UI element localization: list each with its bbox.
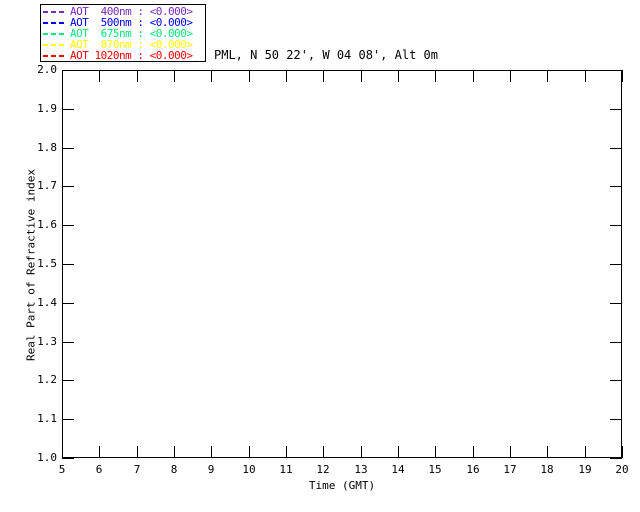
- x-tick-label: 15: [428, 463, 442, 476]
- x-axis-tick-bottom: [137, 446, 138, 458]
- y-axis-tick-left: [62, 186, 74, 187]
- x-axis-tick-bottom: [547, 446, 548, 458]
- x-axis-tick-bottom: [510, 446, 511, 458]
- y-axis-tick-left: [62, 225, 74, 226]
- x-axis-tick-bottom: [435, 446, 436, 458]
- x-axis-tick-top: [510, 70, 511, 82]
- x-tick-label: 6: [95, 463, 103, 476]
- x-axis-tick-bottom: [398, 446, 399, 458]
- x-tick-label: 19: [578, 463, 592, 476]
- x-axis-tick-top: [99, 70, 100, 82]
- y-axis-tick-left: [62, 264, 74, 265]
- station-location-line: PML, N 50 22', W 04 08', Alt 0m: [214, 48, 438, 62]
- x-axis-tick-top: [62, 70, 63, 82]
- x-axis-tick-top: [473, 70, 474, 82]
- y-tick-label: 1.8: [37, 141, 57, 154]
- legend-box: AOT 400nm : <0.000> AOT 500nm : <0.000> AO…: [40, 4, 206, 62]
- x-axis-tick-top: [398, 70, 399, 82]
- y-axis-tick-right: [610, 380, 622, 381]
- x-tick-label: 14: [391, 463, 405, 476]
- x-axis-tick-top: [174, 70, 175, 82]
- x-axis-tick-top: [286, 70, 287, 82]
- y-axis-title: Real Part of Refractive index: [24, 168, 38, 362]
- y-axis-tick-left: [62, 148, 74, 149]
- y-axis-tick-right: [610, 419, 622, 420]
- x-axis-tick-bottom: [286, 446, 287, 458]
- legend-entry-label: AOT 1020nm : <0.000>: [70, 49, 193, 62]
- x-tick-label: 7: [133, 463, 141, 476]
- x-axis-tick-bottom: [585, 446, 586, 458]
- x-axis-tick-top: [137, 70, 138, 82]
- x-tick-label: 13: [354, 463, 368, 476]
- y-axis-tick-left: [62, 109, 74, 110]
- x-axis-tick-top: [547, 70, 548, 82]
- x-axis-tick-top: [361, 70, 362, 82]
- x-tick-label: 16: [466, 463, 480, 476]
- y-axis-tick-right: [610, 342, 622, 343]
- x-tick-label: 20: [615, 463, 629, 476]
- y-axis-tick-right: [610, 70, 622, 71]
- y-axis-tick-right: [610, 303, 622, 304]
- x-tick-label: 9: [207, 463, 215, 476]
- x-axis-tick-bottom: [622, 446, 623, 458]
- y-tick-label: 1.0: [37, 451, 57, 464]
- legend-dashed-line-sample: [43, 32, 66, 35]
- legend-dashed-line-sample: [43, 43, 66, 46]
- y-tick-label: 1.2: [37, 373, 57, 386]
- x-axis-tick-top: [622, 70, 623, 82]
- x-tick-label: 18: [540, 463, 554, 476]
- x-axis-tick-bottom: [323, 446, 324, 458]
- x-axis-tick-top: [323, 70, 324, 82]
- y-axis-tick-left: [62, 380, 74, 381]
- y-axis-tick-right: [610, 186, 622, 187]
- x-axis-title: Time (GMT): [308, 479, 376, 492]
- x-axis-tick-bottom: [62, 446, 63, 458]
- y-axis-tick-left: [62, 70, 74, 71]
- plot-area: [62, 70, 622, 458]
- x-tick-label: 12: [316, 463, 330, 476]
- y-axis-tick-right: [610, 264, 622, 265]
- y-axis-tick-right: [610, 458, 622, 459]
- y-tick-label: 1.1: [37, 412, 57, 425]
- x-axis-tick-top: [249, 70, 250, 82]
- x-tick-label: 17: [503, 463, 517, 476]
- x-axis-tick-bottom: [361, 446, 362, 458]
- x-axis-tick-bottom: [473, 446, 474, 458]
- x-axis-tick-top: [435, 70, 436, 82]
- x-axis-tick-top: [211, 70, 212, 82]
- plot-window: AOT 400nm : <0.000> AOT 500nm : <0.000> AO…: [0, 0, 640, 512]
- x-tick-label: 8: [170, 463, 178, 476]
- legend-dashed-line-sample: [43, 10, 66, 13]
- legend-entry-4: AOT 1020nm : <0.000>: [43, 50, 205, 61]
- x-axis-tick-bottom: [174, 446, 175, 458]
- x-tick-label: 10: [242, 463, 256, 476]
- legend-dashed-line-sample: [43, 21, 66, 24]
- y-axis-tick-left: [62, 419, 74, 420]
- y-axis-tick-right: [610, 148, 622, 149]
- y-axis-tick-left: [62, 458, 74, 459]
- x-axis-tick-bottom: [99, 446, 100, 458]
- y-axis-tick-left: [62, 342, 74, 343]
- x-axis-tick-bottom: [211, 446, 212, 458]
- y-axis-tick-left: [62, 303, 74, 304]
- legend-dashed-line-sample: [43, 54, 66, 57]
- y-axis-tick-right: [610, 109, 622, 110]
- y-tick-label: 1.9: [37, 102, 57, 115]
- x-tick-label: 11: [279, 463, 293, 476]
- y-tick-label: 2.0: [37, 63, 57, 76]
- x-axis-tick-top: [585, 70, 586, 82]
- y-axis-tick-right: [610, 225, 622, 226]
- x-tick-label: 5: [58, 463, 66, 476]
- x-axis-tick-bottom: [249, 446, 250, 458]
